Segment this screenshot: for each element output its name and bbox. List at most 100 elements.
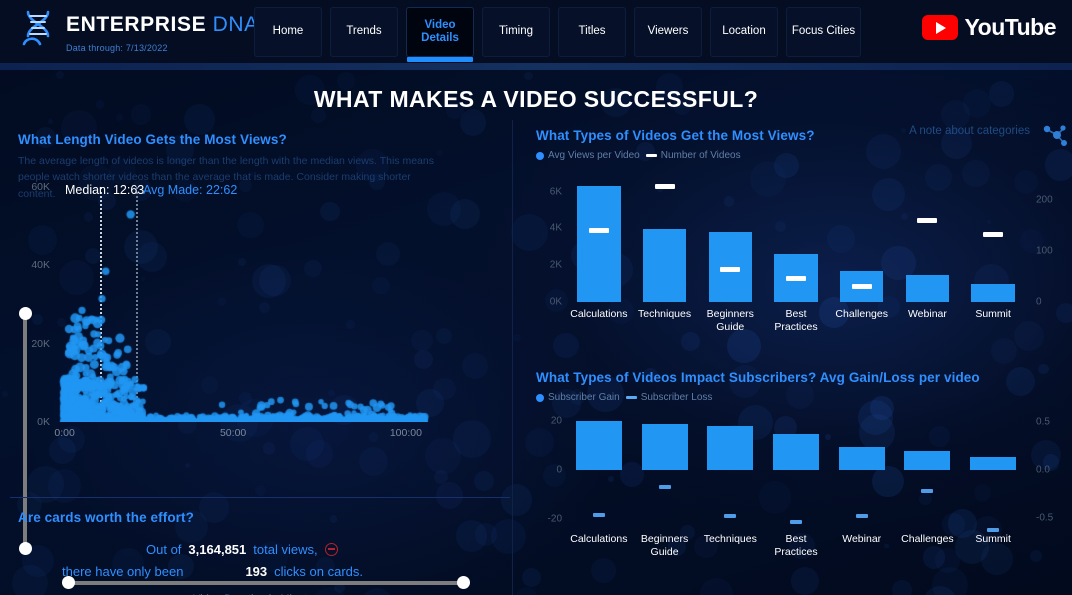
tab-viewers[interactable]: Viewers bbox=[634, 7, 702, 57]
slider-knob-top[interactable] bbox=[19, 307, 32, 320]
y-tick-40k: 40K bbox=[31, 259, 50, 272]
legend-label: Number of Videos bbox=[660, 150, 741, 161]
category-label: Summit bbox=[975, 308, 1011, 320]
dash-webinar[interactable] bbox=[855, 513, 868, 518]
x-tick-100: 100:00 bbox=[389, 427, 422, 439]
dash-challenges[interactable] bbox=[921, 488, 934, 493]
y-axis-tick: 2K bbox=[549, 259, 562, 271]
app-header: ENTERPRISE DNA Data through: 7/13/2022 H… bbox=[0, 0, 1072, 70]
x-tick-0: 0:00 bbox=[54, 427, 75, 439]
y-axis-tick: 0 bbox=[556, 464, 562, 476]
tab-location[interactable]: Location bbox=[710, 7, 778, 57]
page-title: WHAT MAKES A VIDEO SUCCESSFUL? bbox=[313, 86, 759, 112]
vertical-divider bbox=[512, 120, 513, 595]
bar-challenges[interactable] bbox=[904, 450, 951, 471]
bar-webinar[interactable] bbox=[905, 275, 950, 302]
bar-best-practices[interactable] bbox=[773, 433, 819, 471]
bar-summit[interactable] bbox=[971, 284, 1015, 302]
bar-beginners-guide[interactable] bbox=[641, 424, 688, 471]
scatter-panel-title: What Length Video Gets the Most Views? bbox=[18, 132, 287, 147]
horizontal-divider bbox=[10, 497, 510, 498]
category-label: Summit bbox=[975, 533, 1011, 545]
note-about-categories-link[interactable]: A note about categories bbox=[909, 125, 1030, 137]
tab-label: Location bbox=[722, 25, 766, 38]
legend-dot-icon bbox=[536, 393, 544, 402]
dash-best-practices[interactable] bbox=[786, 275, 806, 281]
only-been-label: there have only been bbox=[62, 563, 184, 579]
dash-summit[interactable] bbox=[987, 527, 1000, 532]
total-views-label: total views, bbox=[253, 541, 318, 557]
bar-summit[interactable] bbox=[970, 457, 1017, 471]
bar-calculations[interactable] bbox=[575, 421, 622, 471]
tab-label: Focus Cities bbox=[791, 25, 856, 38]
subs-legend: Subscriber Gain Subscriber Loss bbox=[536, 392, 1072, 403]
youtube-wordmark: YouTube bbox=[964, 14, 1057, 40]
subs-bar-plot[interactable]: -20 0 20 -0.5 0.0 0.5 Calculations Beginners Gui… bbox=[548, 414, 1054, 558]
legend-subscriber-gain[interactable]: Subscriber Gain bbox=[536, 392, 620, 403]
tab-label: Trends bbox=[346, 25, 382, 38]
dash-challenges[interactable] bbox=[851, 283, 872, 289]
video-length-panel: What Length Video Gets the Most Views? T… bbox=[0, 122, 512, 595]
nav-tabs: Home Trends Video Details Timing Titles … bbox=[254, 7, 861, 62]
dash-beginners-guide[interactable] bbox=[720, 266, 741, 272]
scatter-plot[interactable]: 60K 40K 20K 0K 0:00 50:00 100:00 Median:… bbox=[31, 181, 488, 439]
tab-label: Viewers bbox=[647, 25, 689, 38]
tab-home[interactable]: Home bbox=[254, 7, 322, 57]
data-through-label: Data through: 7/13/2022 bbox=[66, 43, 168, 53]
bar-techniques[interactable] bbox=[707, 425, 754, 471]
tab-focus-cities[interactable]: Focus Cities bbox=[786, 7, 861, 57]
dash-calculations[interactable] bbox=[592, 512, 605, 517]
y2-axis-tick: 0.0 bbox=[1036, 464, 1050, 476]
x-tick-50: 50:00 bbox=[219, 427, 247, 439]
tab-trends[interactable]: Trends bbox=[330, 7, 398, 57]
legend-dot-icon bbox=[536, 151, 544, 160]
legend-subscriber-loss[interactable]: Subscriber Loss bbox=[625, 392, 712, 403]
dash-techniques[interactable] bbox=[654, 183, 675, 189]
y-tick-20k: 20K bbox=[31, 337, 50, 350]
legend-label: Avg Views per Video bbox=[548, 150, 640, 161]
brand-secondary: DNA bbox=[212, 13, 259, 36]
y-axis-tick: 6K bbox=[549, 186, 562, 198]
dash-best-practices[interactable] bbox=[790, 520, 802, 525]
dash-techniques[interactable] bbox=[724, 513, 737, 518]
total-views-value: 3,164,851 bbox=[188, 541, 247, 557]
card-annotation-icon bbox=[324, 542, 338, 556]
dash-beginners-guide[interactable] bbox=[658, 484, 671, 489]
views-bar-plot[interactable]: 0K 2K 4K 6K 0 100 200 Calculations Techniques Beg… bbox=[550, 177, 1053, 333]
y2-axis-tick: 100 bbox=[1036, 245, 1053, 257]
legend-label: Subscriber Gain bbox=[548, 392, 620, 403]
cards-panel: Are cards worth the effort? Out of 3,164… bbox=[0, 500, 512, 595]
dash-summit[interactable] bbox=[983, 232, 1004, 238]
out-of-label: Out of bbox=[146, 541, 182, 557]
cards-line-2: there have only been 193 clicks on cards… bbox=[0, 560, 512, 582]
dash-webinar[interactable] bbox=[917, 218, 938, 224]
bar-calculations[interactable] bbox=[577, 186, 621, 302]
legend-avg-views[interactable]: Avg Views per Video bbox=[536, 150, 640, 161]
y-axis-tick: -20 bbox=[547, 513, 562, 525]
y2-axis-tick: 0.5 bbox=[1036, 416, 1050, 428]
legend-num-videos[interactable]: Number of Videos bbox=[645, 150, 741, 161]
tab-video-details[interactable]: Video Details bbox=[406, 7, 474, 62]
y-axis-tick: 20 bbox=[550, 415, 562, 427]
cards-panel-title: Are cards worth the effort? bbox=[18, 510, 194, 525]
legend-line-icon bbox=[645, 154, 657, 157]
brand-logo: ENTERPRISE DNA Data through: 7/13/2022 bbox=[18, 8, 259, 53]
y-tick-0k: 0K bbox=[37, 416, 50, 428]
card-clicks-value: 193 bbox=[245, 563, 268, 579]
bokeh-dot bbox=[524, 71, 533, 80]
legend-line-icon bbox=[625, 396, 637, 399]
video-types-subscribers-panel: What Types of Videos Impact Subscribers?… bbox=[520, 366, 1072, 591]
tab-timing[interactable]: Timing bbox=[482, 7, 550, 57]
subs-panel-title: What Types of Videos Impact Subscribers?… bbox=[536, 370, 980, 385]
brand-primary: ENTERPRISE bbox=[66, 13, 207, 36]
scatter-points-canvas bbox=[56, 187, 488, 422]
dash-calculations[interactable] bbox=[588, 227, 609, 233]
tab-label: Home bbox=[272, 25, 304, 38]
bar-webinar[interactable] bbox=[838, 446, 885, 471]
network-nodes-icon bbox=[1043, 125, 1067, 146]
video-types-views-panel: What Types of Videos Get the Most Views?… bbox=[520, 122, 1072, 362]
bar-techniques[interactable] bbox=[642, 228, 687, 302]
y-tick-60k: 60K bbox=[31, 181, 50, 193]
y2-axis-tick: 200 bbox=[1036, 194, 1053, 206]
tab-titles[interactable]: Titles bbox=[558, 7, 626, 57]
